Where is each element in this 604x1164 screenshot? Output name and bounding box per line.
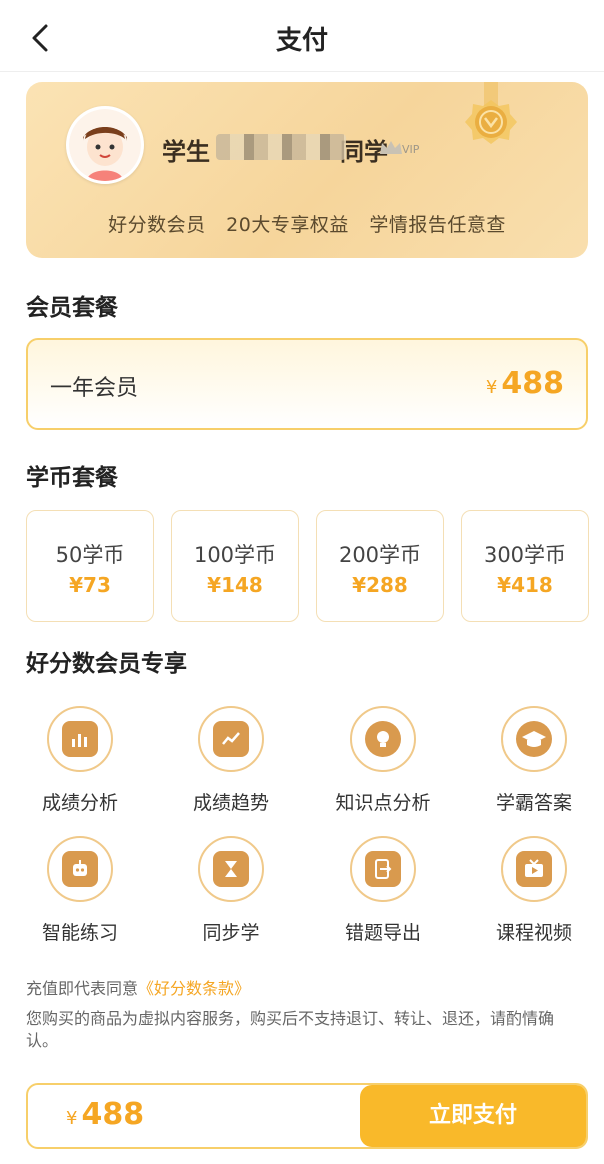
coin-price: ¥73: [69, 573, 111, 597]
plan-price: ¥488: [486, 366, 564, 401]
terms-prefix: 充值即代表同意: [26, 979, 139, 998]
coin-section-title: 学币套餐: [26, 465, 118, 491]
feature-score-trend[interactable]: 成绩趋势: [161, 706, 301, 815]
member-perks: 好分数会员 20大专享权益 学情报告任意查: [26, 210, 588, 237]
feature-label: 知识点分析: [335, 792, 431, 814]
plan-name: 一年会员: [50, 376, 139, 401]
terms-agreement: 充值即代表同意《好分数条款》: [26, 975, 250, 999]
currency-symbol: ¥: [485, 377, 498, 398]
terms-link[interactable]: 《好分数条款》: [138, 979, 250, 998]
feature-knowledge-analysis[interactable]: 知识点分析: [313, 706, 453, 815]
feature-label: 课程视频: [495, 922, 572, 944]
coin-package-300[interactable]: 300学币 ¥418: [461, 510, 589, 622]
bar-chart-icon: [62, 721, 98, 757]
trend-chart-icon: [213, 721, 249, 757]
hourglass-icon: [213, 851, 249, 887]
robot-icon: [62, 851, 98, 887]
vip-badge: VIP: [378, 138, 428, 158]
avatar: [66, 106, 144, 184]
svg-text:VIP: VIP: [402, 143, 420, 156]
member-card: 学生 同学 VIP 好分数会员 20大专享权益 学情报告任意查: [26, 82, 588, 258]
coin-label: 200学币: [338, 543, 422, 567]
pay-now-button[interactable]: 立即支付: [360, 1085, 586, 1147]
coin-label: 300学币: [483, 543, 567, 567]
purchase-notice: 您购买的商品为虚拟内容服务，购买后不支持退订、转让、退还，请酌情确认。: [26, 1009, 555, 1050]
coin-package-200[interactable]: 200学币 ¥288: [316, 510, 444, 622]
coin-label: 100学币: [193, 543, 277, 567]
feature-sync-study[interactable]: 同步学: [161, 836, 301, 945]
plan-price-value: 488: [501, 366, 564, 401]
username-prefix: 学生: [162, 138, 210, 166]
lightbulb-icon: [365, 721, 401, 757]
plan-section-title: 会员套餐: [26, 295, 118, 321]
perk-item: 好分数会员: [108, 214, 206, 236]
feature-error-export[interactable]: 错题导出: [313, 836, 453, 945]
perk-item: 学情报告任意查: [369, 214, 506, 236]
feature-top-answers[interactable]: 学霸答案: [464, 706, 604, 815]
coin-package-100[interactable]: 100学币 ¥148: [171, 510, 299, 622]
coin-price: ¥418: [497, 573, 553, 597]
currency-symbol: ¥: [66, 1108, 78, 1129]
feature-label: 同步学: [202, 922, 260, 944]
coin-price: ¥288: [352, 573, 408, 597]
student-avatar-icon: [69, 109, 141, 181]
perk-item: 20大专享权益: [226, 214, 349, 236]
blurred-name: [216, 134, 346, 160]
page-title: 支付: [275, 26, 328, 56]
feature-label: 智能练习: [41, 922, 118, 944]
feature-label: 错题导出: [344, 922, 421, 944]
feature-section-title: 好分数会员专享: [26, 651, 187, 677]
feature-label: 成绩趋势: [192, 792, 269, 814]
feature-label: 学霸答案: [495, 792, 572, 814]
export-icon: [365, 851, 401, 887]
feature-score-analysis[interactable]: 成绩分析: [10, 706, 150, 815]
coin-label: 50学币: [55, 543, 125, 567]
plan-option-yearly[interactable]: 一年会员 ¥488: [26, 338, 588, 430]
coin-price: ¥148: [207, 573, 263, 597]
checkout-bar: ¥488 立即支付: [26, 1083, 588, 1149]
coin-package-50[interactable]: 50学币 ¥73: [26, 510, 154, 622]
graduation-cap-icon: [516, 721, 552, 757]
medal-icon: [454, 82, 528, 172]
feature-course-video[interactable]: 课程视频: [464, 836, 604, 945]
tv-play-icon: [516, 851, 552, 887]
total-price: ¥488: [66, 1097, 144, 1132]
total-price-value: 488: [81, 1097, 145, 1132]
feature-label: 成绩分析: [41, 792, 118, 814]
crown-vip-icon: VIP: [380, 141, 420, 156]
feature-smart-practice[interactable]: 智能练习: [10, 836, 150, 945]
top-bar: 支付: [0, 0, 604, 72]
